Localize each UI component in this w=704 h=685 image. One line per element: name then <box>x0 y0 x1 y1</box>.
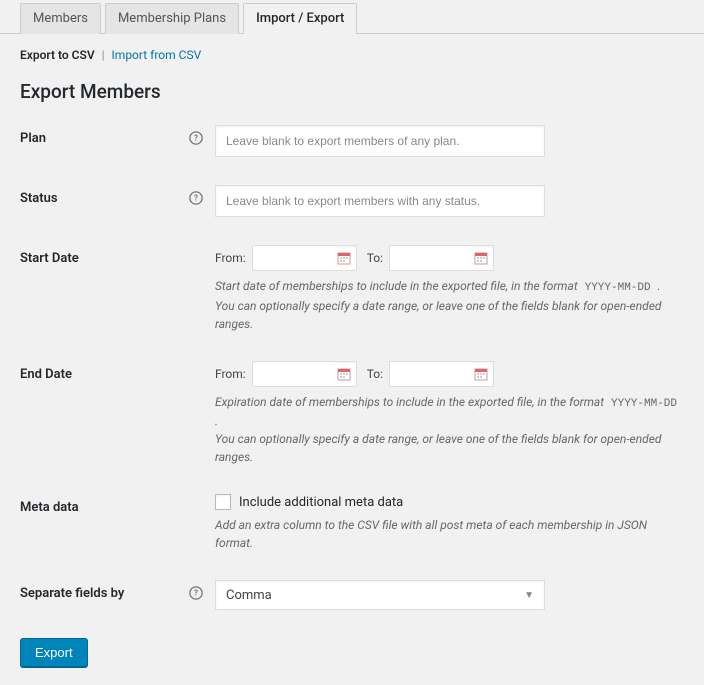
separator-label: Separate fields by <box>20 586 124 601</box>
tab-members[interactable]: Members <box>20 3 101 34</box>
calendar-icon[interactable] <box>472 365 490 383</box>
separator-select[interactable]: Comma ▼ <box>215 580 545 610</box>
end-to-label: To: <box>367 367 383 381</box>
page-title: Export Members <box>20 80 684 103</box>
svg-text:?: ? <box>194 134 198 143</box>
end-from-label: From: <box>215 367 246 381</box>
calendar-icon[interactable] <box>335 249 353 267</box>
plan-input[interactable] <box>215 125 545 157</box>
start-date-label: Start Date <box>20 251 79 266</box>
status-input[interactable] <box>215 185 545 217</box>
start-date-to-input[interactable] <box>390 246 472 270</box>
status-label: Status <box>20 191 58 206</box>
end-date-desc: Expiration date of memberships to includ… <box>215 393 684 467</box>
calendar-icon[interactable] <box>472 249 490 267</box>
tabs-nav: Members Membership Plans Import / Export <box>0 2 704 34</box>
end-date-to-input[interactable] <box>390 362 472 386</box>
meta-label: Meta data <box>20 500 79 515</box>
chevron-down-icon: ▼ <box>524 590 534 601</box>
meta-checkbox-label: Include additional meta data <box>239 495 403 510</box>
tab-membership-plans[interactable]: Membership Plans <box>105 3 239 34</box>
start-date-desc: Start date of memberships to include in … <box>215 277 684 333</box>
subnav-export-csv[interactable]: Export to CSV <box>20 48 95 62</box>
end-date-label: End Date <box>20 367 72 382</box>
subnav-separator: | <box>102 48 105 62</box>
svg-text:?: ? <box>194 589 198 598</box>
plan-label: Plan <box>20 131 46 146</box>
start-date-from-input[interactable] <box>253 246 335 270</box>
calendar-icon[interactable] <box>335 365 353 383</box>
help-icon[interactable]: ? <box>189 191 203 205</box>
tab-import-export[interactable]: Import / Export <box>243 3 357 34</box>
subnav: Export to CSV | Import from CSV <box>20 48 684 62</box>
meta-desc: Add an extra column to the CSV file with… <box>215 516 684 552</box>
end-date-from-input[interactable] <box>253 362 335 386</box>
start-to-label: To: <box>367 251 383 265</box>
meta-checkbox[interactable] <box>215 494 231 510</box>
subnav-import-csv[interactable]: Import from CSV <box>112 48 202 62</box>
help-icon[interactable]: ? <box>189 586 203 600</box>
help-icon[interactable]: ? <box>189 131 203 145</box>
start-from-label: From: <box>215 251 246 265</box>
export-button[interactable]: Export <box>20 638 88 667</box>
svg-text:?: ? <box>194 194 198 203</box>
